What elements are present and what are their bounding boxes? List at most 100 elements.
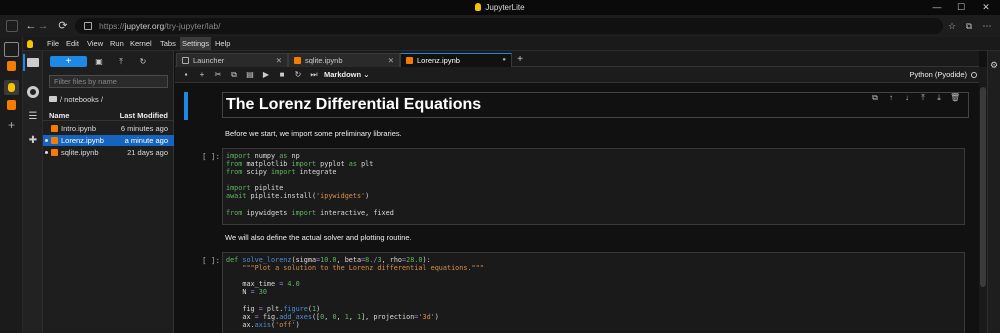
insert-above-icon[interactable]: ⤒ — [918, 93, 928, 103]
breadcrumb[interactable]: / notebooks / — [49, 95, 103, 104]
notebook-scrollbar[interactable] — [979, 67, 987, 333]
file-row[interactable]: Intro.ipynb 6 minutes ago — [43, 123, 174, 134]
collections-icon[interactable]: ⧉ — [962, 19, 976, 33]
breadcrumb-path[interactable]: / notebooks / — [60, 95, 103, 104]
markdown-text: Before we start, we import some prelimin… — [225, 129, 402, 138]
browser-toolbar: ← → ⟳ https://jupyter.org/try-jupyter/la… — [0, 15, 1000, 37]
file-row[interactable]: sqlite.ipynb 21 days ago — [43, 147, 174, 158]
notebook-panel: The Lorenz Differential Equations ⧉ ↑ ↓ … — [175, 83, 979, 333]
tab-favicon-icon[interactable] — [7, 100, 16, 110]
active-indicator — [23, 54, 25, 71]
cut-icon[interactable]: ✂ — [212, 69, 224, 81]
url-text[interactable]: https://jupyter.org/try-jupyter/lab/ — [99, 18, 220, 34]
menu-view[interactable]: View — [87, 37, 103, 50]
file-modified: a minute ago — [124, 136, 168, 145]
property-inspector-icon[interactable]: ⚙ — [990, 61, 999, 70]
jupyterlite-logo-icon — [475, 3, 482, 11]
new-tab-icon[interactable]: + — [4, 119, 19, 134]
active-tab-icon[interactable] — [4, 80, 19, 95]
close-tab-icon[interactable]: ✕ — [276, 54, 282, 67]
tab-list-icon[interactable] — [4, 42, 19, 57]
paste-icon[interactable]: ▤ — [244, 69, 256, 81]
file-name: Intro.ipynb — [61, 124, 97, 133]
copy-icon[interactable]: ⧉ — [228, 69, 240, 81]
folder-icon[interactable] — [27, 58, 39, 67]
move-up-icon[interactable]: ↑ — [886, 93, 896, 103]
tab-lorenz[interactable]: Lorenz.ipynb ● — [400, 53, 512, 67]
window-title-text: JupyterLite — [485, 3, 525, 12]
move-down-icon[interactable]: ↓ — [902, 93, 912, 103]
cell-prompt: [ ]: — [202, 152, 221, 161]
menu-tabs[interactable]: Tabs — [160, 37, 176, 50]
forward-button[interactable]: → — [36, 19, 50, 33]
restart-icon[interactable]: ↻ — [292, 69, 304, 81]
url-scheme: https:// — [99, 21, 125, 31]
delete-cell-icon[interactable]: 🗑 — [950, 93, 960, 103]
markdown-text: We will also define the actual solver an… — [225, 233, 412, 242]
address-bar[interactable]: https://jupyter.org/try-jupyter/lab/ — [75, 18, 943, 34]
markdown-cell[interactable]: The Lorenz Differential Equations — [222, 92, 969, 118]
file-modified: 21 days ago — [127, 148, 168, 157]
table-of-contents-icon[interactable]: ☰ — [27, 111, 39, 123]
menu-edit[interactable]: Edit — [66, 37, 79, 50]
favorites-icon[interactable]: ☆ — [945, 19, 959, 33]
upload-icon[interactable]: ⤒ — [115, 56, 127, 67]
notebook-icon — [51, 137, 58, 144]
insert-cell-icon[interactable]: + — [196, 69, 208, 81]
menu-file[interactable]: File — [47, 37, 59, 50]
menu-settings[interactable]: Settings — [180, 37, 212, 50]
new-folder-icon[interactable]: ▣ — [93, 56, 105, 67]
file-list-header: Name Last Modified — [43, 109, 174, 121]
close-window-button[interactable]: ✕ — [975, 0, 997, 15]
column-last-modified[interactable]: Last Modified — [120, 111, 168, 120]
refresh-icon[interactable]: ↻ — [137, 56, 149, 67]
add-tab-icon[interactable]: + — [514, 54, 526, 66]
cell-prompt: [ ]: — [202, 256, 221, 265]
menu-run[interactable]: Run — [110, 37, 124, 50]
column-name[interactable]: Name — [49, 111, 69, 120]
duplicate-cell-icon[interactable]: ⧉ — [870, 93, 880, 103]
filter-files-input[interactable]: Filter files by name — [49, 75, 168, 88]
run-icon[interactable]: ▶ — [260, 69, 272, 81]
kernel-name[interactable]: Python (Pyodide) — [909, 69, 967, 81]
menu-kernel[interactable]: Kernel — [130, 37, 152, 50]
minimize-button[interactable]: — — [926, 0, 948, 15]
menu-help[interactable]: Help — [215, 37, 230, 50]
file-row[interactable]: Lorenz.ipynb a minute ago — [43, 135, 174, 146]
notebook-heading: The Lorenz Differential Equations — [226, 96, 482, 113]
restart-run-all-icon[interactable]: ⏭ — [308, 69, 320, 81]
close-tab-icon[interactable]: ✕ — [388, 54, 394, 67]
running-icon[interactable] — [27, 86, 39, 98]
code-cell[interactable]: def solve_lorenz(sigma=10.0, beta=8./3, … — [222, 252, 965, 333]
kernel-status-icon — [971, 72, 977, 78]
extensions-icon[interactable]: ✚ — [27, 135, 39, 147]
unsaved-dot-icon[interactable]: ● — [502, 54, 506, 67]
save-icon[interactable]: ▪ — [180, 69, 192, 81]
tab-label: Lorenz.ipynb — [417, 56, 460, 65]
tab-favicon-icon[interactable] — [7, 61, 16, 71]
tab-sqlite[interactable]: sqlite.ipynb ✕ — [288, 53, 400, 67]
lab-left-sidebar: ☰ ✚ — [23, 51, 43, 333]
tab-launcher[interactable]: Launcher ✕ — [176, 53, 288, 67]
browser-vertical-tabs: + — [0, 37, 23, 333]
notebook-icon — [294, 57, 301, 64]
new-launcher-button[interactable]: + — [50, 56, 87, 67]
url-host: jupyter.org — [124, 21, 165, 31]
window-title: JupyterLite — [0, 0, 1000, 15]
notebook-icon — [51, 125, 58, 132]
tab-label: Launcher — [193, 56, 225, 65]
notebook-icon — [51, 149, 58, 156]
cell-type-select[interactable]: Markdown ⌄ — [324, 69, 369, 81]
tab-label: sqlite.ipynb — [305, 56, 343, 65]
reload-button[interactable]: ⟳ — [56, 19, 70, 33]
insert-below-icon[interactable]: ⤓ — [934, 93, 944, 103]
running-dot-icon — [45, 151, 48, 154]
chevron-down-icon: ⌄ — [363, 70, 370, 79]
tab-actions-icon[interactable] — [6, 20, 18, 32]
more-options-icon[interactable]: ⋯ — [980, 19, 994, 33]
maximize-button[interactable]: ☐ — [950, 0, 972, 15]
scrollbar-thumb[interactable] — [980, 87, 986, 287]
url-path: /try-jupyter/lab/ — [164, 21, 221, 31]
stop-icon[interactable]: ■ — [276, 69, 288, 81]
code-cell[interactable]: import numpy as np from matplotlib impor… — [222, 148, 965, 225]
